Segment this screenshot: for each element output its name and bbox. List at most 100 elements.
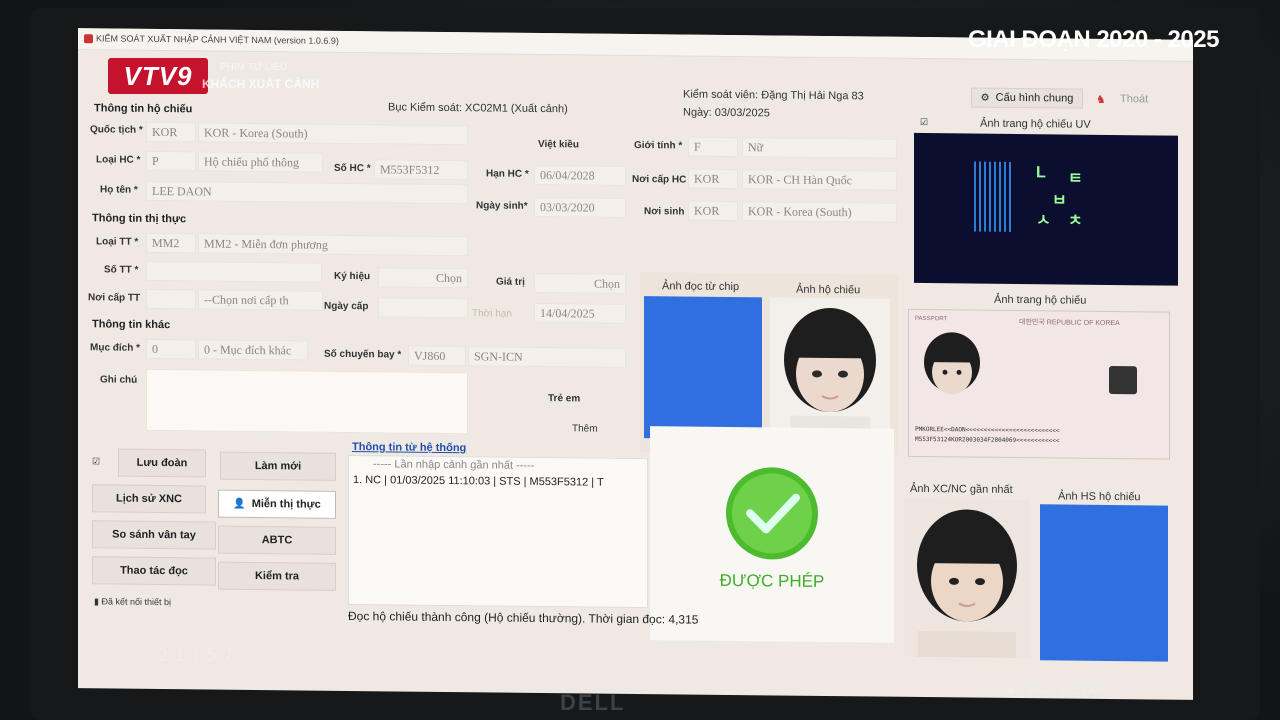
visa-type-name-field[interactable]: MM2 - Miễn đơn phương: [198, 233, 468, 257]
passport-chip-symbol: [1109, 365, 1137, 395]
note-label: Ghi chú: [100, 374, 138, 386]
visa-type-label: Loại TT *: [96, 236, 139, 248]
birthplace-code-field[interactable]: KOR: [688, 200, 738, 222]
save-group-button[interactable]: Lưu đoàn: [118, 448, 206, 478]
group-checkbox[interactable]: ☑: [92, 456, 100, 467]
abtc-button[interactable]: ABTC: [218, 525, 336, 555]
purpose-name-field[interactable]: 0 - Mục đích khác: [198, 339, 308, 361]
refresh-button[interactable]: Làm mới: [220, 451, 336, 481]
name-field[interactable]: LEE DAON: [146, 180, 468, 205]
uv-char-4: ㅅ: [1036, 212, 1051, 230]
last-entry-row[interactable]: 1. NC | 01/03/2025 11:10:03 | STS | M553…: [349, 472, 647, 491]
channel-logo: VTV9: [108, 58, 208, 94]
config-button[interactable]: ⚙ Cấu hình chung: [971, 87, 1083, 109]
visa-issue-place-select[interactable]: --Chọn nơi cấp th: [198, 289, 323, 311]
nationality-name-field[interactable]: KOR - Korea (South): [198, 122, 468, 146]
passport-type-code-field[interactable]: P: [146, 150, 196, 172]
booth-info: Bục Kiểm soát: XC02M1 (Xuất cảnh): [388, 101, 568, 116]
name-label: Họ tên *: [100, 184, 138, 196]
visa-issue-place-code-field[interactable]: [146, 288, 196, 310]
passport-type-name-field[interactable]: Hộ chiếu phổ thông: [198, 151, 323, 173]
issue-date-field[interactable]: [378, 297, 468, 319]
passport-number-label: Số HC *: [334, 162, 371, 175]
monitor-brand-logo: DELL: [560, 690, 626, 715]
check-button[interactable]: Kiểm tra: [218, 561, 336, 591]
purpose-code-field[interactable]: 0: [146, 338, 196, 360]
birthplace-name-field[interactable]: KOR - Korea (South): [742, 201, 897, 223]
taskbar: ^ ◉ ENG 10:21 AM ▭: [900, 676, 1200, 706]
recent-photo-label: Ảnh XC/NC gần nhất: [910, 482, 1013, 496]
passport-section-title: Thông tin hộ chiếu: [94, 102, 193, 116]
period-banner: GIAI ĐOẠN 2020 - 2025: [968, 26, 1219, 53]
notification-icon[interactable]: ▭: [1115, 686, 1124, 697]
passport-photo: [770, 297, 890, 441]
chip-photo-placeholder: [644, 296, 762, 440]
nationality-code-field[interactable]: KOR: [146, 121, 196, 143]
nationality-label: Quốc tịch *: [90, 124, 143, 136]
visa-number-label: Số TT *: [104, 264, 139, 276]
visa-number-field[interactable]: [146, 260, 322, 283]
read-ops-button[interactable]: Thao tác đọc: [92, 556, 216, 586]
tray-arrow-icon[interactable]: ^: [990, 686, 995, 697]
history-button[interactable]: Lịch sử XNC: [92, 484, 206, 514]
network-icon[interactable]: ◉: [1007, 686, 1016, 697]
issue-date-label: Ngày cấp: [324, 300, 369, 313]
issue-place-label: Nơi cấp HC: [632, 173, 687, 186]
uv-page-image: L ㅌ ㅂ ㅅ ㅊ: [914, 132, 1178, 286]
language-indicator[interactable]: ENG: [1027, 686, 1049, 697]
broadcast-clock: 21:57: [158, 646, 240, 666]
passport-type-label: Loại HC *: [96, 154, 141, 166]
exit-button[interactable]: Thoát: [1120, 93, 1148, 105]
visa-type-code-field[interactable]: MM2: [146, 232, 196, 254]
taskbar-clock[interactable]: 10:21 AM: [1061, 686, 1103, 697]
dob-field[interactable]: 03/03/2020: [534, 196, 626, 218]
uv-page-label: Ảnh trang hộ chiếu UV: [980, 117, 1091, 131]
add-child-link[interactable]: Thêm: [572, 423, 598, 434]
uv-char-5: ㅊ: [1068, 212, 1083, 230]
visa-section-title: Thông tin thị thực: [92, 212, 187, 226]
visa-exempt-button[interactable]: 👤 Miễn thị thực: [218, 489, 336, 519]
passport-page-header: 대한민국 REPUBLIC OF KOREA: [1019, 319, 1120, 328]
person-icon: 👤: [233, 498, 246, 510]
gender-code-field[interactable]: F: [688, 136, 738, 158]
window-title: KIỂM SOÁT XUẤT NHẬP CẢNH VIỆT NAM (versi…: [96, 33, 339, 46]
until-field[interactable]: 14/04/2025: [534, 302, 626, 324]
gender-name-field[interactable]: Nữ: [742, 137, 897, 159]
approved-status: ĐƯỢC PHÉP: [719, 570, 825, 591]
passport-photo-label: Ảnh hộ chiếu: [796, 283, 861, 297]
hs-photo-label: Ảnh HS hộ chiếu: [1058, 490, 1141, 504]
chip-photo-label: Ảnh đọc từ chip: [662, 280, 740, 294]
result-panel: ĐƯỢC PHÉP: [650, 426, 894, 643]
visa-issue-place-label: Nơi cấp TT: [88, 292, 141, 304]
passport-number-field[interactable]: M553F5312: [374, 159, 468, 181]
video-frame: KIỂM SOÁT XUẤT NHẬP CẢNH VIỆT NAM (versi…: [0, 0, 1280, 720]
recent-photo: [904, 498, 1030, 659]
program-title-watermark: KHÁCH XUẤT CẢNH: [202, 77, 320, 91]
user-icon: ♞: [1096, 93, 1106, 106]
viet-kieu-checkbox[interactable]: Việt kiều: [538, 139, 579, 150]
symbol-label: Ký hiệu: [334, 270, 371, 283]
issue-place-code-field[interactable]: KOR: [688, 168, 738, 190]
issue-place-name-field[interactable]: KOR - CH Hàn Quốc: [742, 169, 897, 191]
note-textarea[interactable]: [146, 368, 468, 435]
passport-page-image: PASSPORT 대한민국 REPUBLIC OF KOREA PMKORLEE…: [908, 308, 1170, 460]
monitor-screen: KIỂM SOÁT XUẤT NHẬP CẢNH VIỆT NAM (versi…: [78, 28, 1193, 700]
app-icon: [84, 34, 93, 44]
uv-char-3: ㅂ: [1052, 192, 1067, 210]
documentary-watermark: PHIM TƯ LIỆU: [220, 62, 288, 73]
dob-label: Ngày sinh*: [476, 200, 528, 212]
fingerprint-button[interactable]: So sánh vân tay: [92, 520, 216, 550]
flight-number-field[interactable]: VJ860: [408, 345, 466, 367]
uv-char-2: ㅌ: [1068, 170, 1083, 188]
status-message: Đọc hộ chiếu thành công (Hộ chiếu thường…: [348, 608, 699, 627]
validity-select[interactable]: Chọn: [534, 272, 626, 294]
mrz-line-1: PMKORLEE<<DAON<<<<<<<<<<<<<<<<<<<<<<<<<<: [915, 425, 1060, 435]
expiry-field[interactable]: 06/04/2028: [534, 164, 626, 186]
symbol-select[interactable]: Chọn: [378, 267, 468, 289]
passport-page-label: Ảnh trang hộ chiếu: [994, 293, 1087, 307]
child-label: Trẻ em: [548, 393, 581, 405]
officer-info: Kiểm soát viên: Đặng Thị Hải Nga 83: [683, 88, 864, 103]
route-field[interactable]: SGN-ICN: [468, 346, 626, 368]
system-info-title: Thông tin từ hệ thống: [352, 441, 467, 455]
uv-checkbox[interactable]: ☑: [920, 117, 928, 128]
